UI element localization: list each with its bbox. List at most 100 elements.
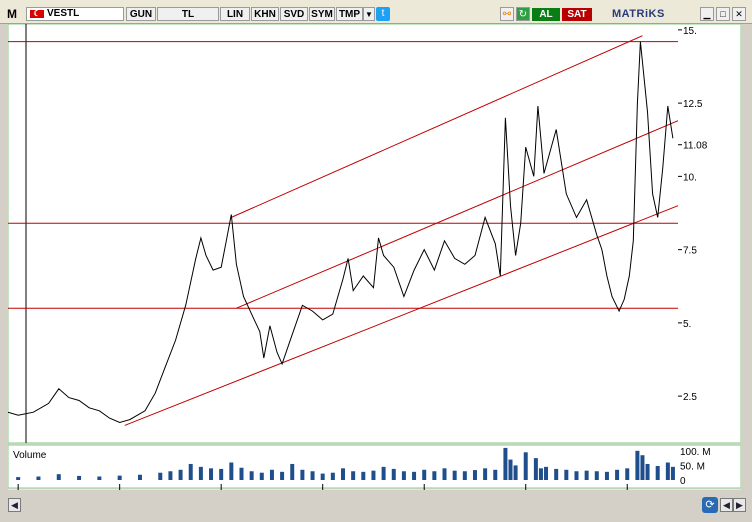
bottom-bar	[0, 490, 752, 522]
volume-bar	[158, 472, 163, 480]
volume-bar	[269, 469, 274, 480]
price-tick-label: 15.	[683, 26, 697, 37]
volume-bar	[655, 466, 660, 480]
price-tick-label: 12.5	[683, 99, 703, 110]
volume-bar	[645, 463, 650, 480]
volume-bar	[432, 471, 437, 480]
volume-bar	[198, 466, 203, 480]
chevron-down-icon[interactable]: ▼	[363, 7, 375, 21]
volume-bar	[310, 471, 315, 480]
scroll-left-icon[interactable]: ◀	[8, 498, 21, 512]
linear-scale-button[interactable]: LIN	[220, 7, 250, 21]
volume-bar	[584, 470, 589, 480]
symbol-selector[interactable]: ☾ VESTL	[26, 7, 124, 21]
volume-bar	[300, 469, 305, 480]
volume-bar	[56, 474, 61, 480]
buy-button[interactable]: AL	[532, 8, 560, 21]
volume-bar	[538, 468, 543, 480]
volume-bar	[168, 471, 173, 480]
price-chart: 15. 12.5 11.08 10. 7.5 5. 2.5 100. M 50. M 0 Vol…	[7, 23, 742, 503]
volume-bar	[493, 469, 498, 480]
price-plot-area	[7, 23, 742, 444]
refresh-icon[interactable]: ↻	[516, 7, 530, 21]
volume-tick-label: 100. M	[680, 447, 711, 458]
volume-bar	[483, 468, 488, 480]
sym-button[interactable]: SYM	[309, 7, 335, 21]
sell-button[interactable]: SAT	[562, 8, 592, 21]
scroll-right-icon[interactable]: ▶	[733, 498, 746, 512]
price-tick-label: 11.08	[683, 141, 708, 152]
volume-bar	[665, 462, 670, 480]
volume-bar	[503, 447, 508, 480]
volume-tick-label: 0	[680, 476, 686, 487]
volume-bar	[574, 471, 579, 480]
volume-bar	[188, 463, 193, 480]
app-logo: M	[7, 7, 17, 21]
price-tick-label: 10.	[683, 172, 697, 183]
volume-tick-label: 50. M	[680, 461, 705, 472]
volume-bar	[219, 468, 224, 480]
volume-bar	[239, 467, 244, 480]
volume-bar	[462, 471, 467, 480]
volume-bar	[472, 470, 477, 480]
twitter-icon[interactable]: t	[376, 7, 390, 21]
turkey-flag-icon: ☾	[30, 10, 44, 18]
price-tick-label: 2.5	[683, 392, 697, 403]
volume-bar	[290, 463, 295, 480]
volume-label: Volume	[13, 450, 47, 461]
period-button[interactable]: GUN	[126, 7, 156, 21]
volume-bar	[508, 459, 513, 480]
volume-bar	[670, 466, 675, 480]
currency-button[interactable]: TL	[157, 7, 219, 21]
volume-bar	[381, 466, 386, 480]
volume-bar	[513, 465, 518, 480]
volume-bar	[330, 472, 335, 480]
volume-bar	[594, 471, 599, 480]
volume-bar	[371, 470, 376, 480]
volume-bar	[361, 471, 366, 480]
volume-bar	[320, 473, 325, 480]
volume-bar	[554, 468, 559, 480]
sync-icon[interactable]: ⟳	[702, 497, 718, 513]
volume-bar	[615, 469, 620, 480]
volume-bar	[533, 458, 538, 480]
volume-bar	[391, 468, 396, 480]
chart-panel[interactable]: 15. 12.5 11.08 10. 7.5 5. 2.5 100. M 50. M 0 Vol…	[7, 23, 742, 503]
volume-bar	[97, 476, 102, 480]
volume-bar	[635, 450, 640, 480]
volume-bar	[351, 471, 356, 480]
volume-bar	[259, 472, 264, 480]
template-button[interactable]: TMP	[336, 7, 363, 21]
volume-bar	[452, 470, 457, 480]
volume-bar	[249, 471, 254, 480]
volume-bar	[640, 455, 645, 480]
volume-bar	[412, 471, 417, 480]
maximize-icon[interactable]: □	[716, 7, 730, 21]
close-icon[interactable]: ✕	[732, 7, 746, 21]
volume-plot-area	[7, 444, 742, 489]
volume-bar	[16, 477, 21, 480]
price-tick-label: 7.5	[683, 246, 697, 257]
volume-bar	[280, 471, 285, 480]
volume-bar	[209, 468, 214, 480]
volume-bar	[229, 462, 234, 480]
volume-bar	[422, 469, 427, 480]
volume-bar	[137, 474, 142, 480]
toolbar: M ☾ VESTL GUN TL LIN KHN SVD SYM TMP ▼ t…	[0, 0, 752, 24]
volume-bar	[625, 468, 630, 480]
volume-bar	[544, 466, 549, 480]
volume-bar	[604, 471, 609, 480]
symbol-name: VESTL	[47, 8, 80, 19]
volume-bar	[178, 469, 183, 480]
svd-button[interactable]: SVD	[280, 7, 308, 21]
scroll-left-end-icon[interactable]: ◀	[720, 498, 733, 512]
link-icon[interactable]: ⚯	[500, 7, 514, 21]
volume-bar	[442, 468, 447, 480]
khn-button[interactable]: KHN	[251, 7, 279, 21]
price-tick-label: 5.	[683, 319, 691, 330]
volume-bar	[401, 471, 406, 480]
volume-bar	[36, 476, 41, 480]
volume-bar	[77, 475, 82, 480]
minimize-icon[interactable]: ▁	[700, 7, 714, 21]
volume-bar	[523, 452, 528, 480]
